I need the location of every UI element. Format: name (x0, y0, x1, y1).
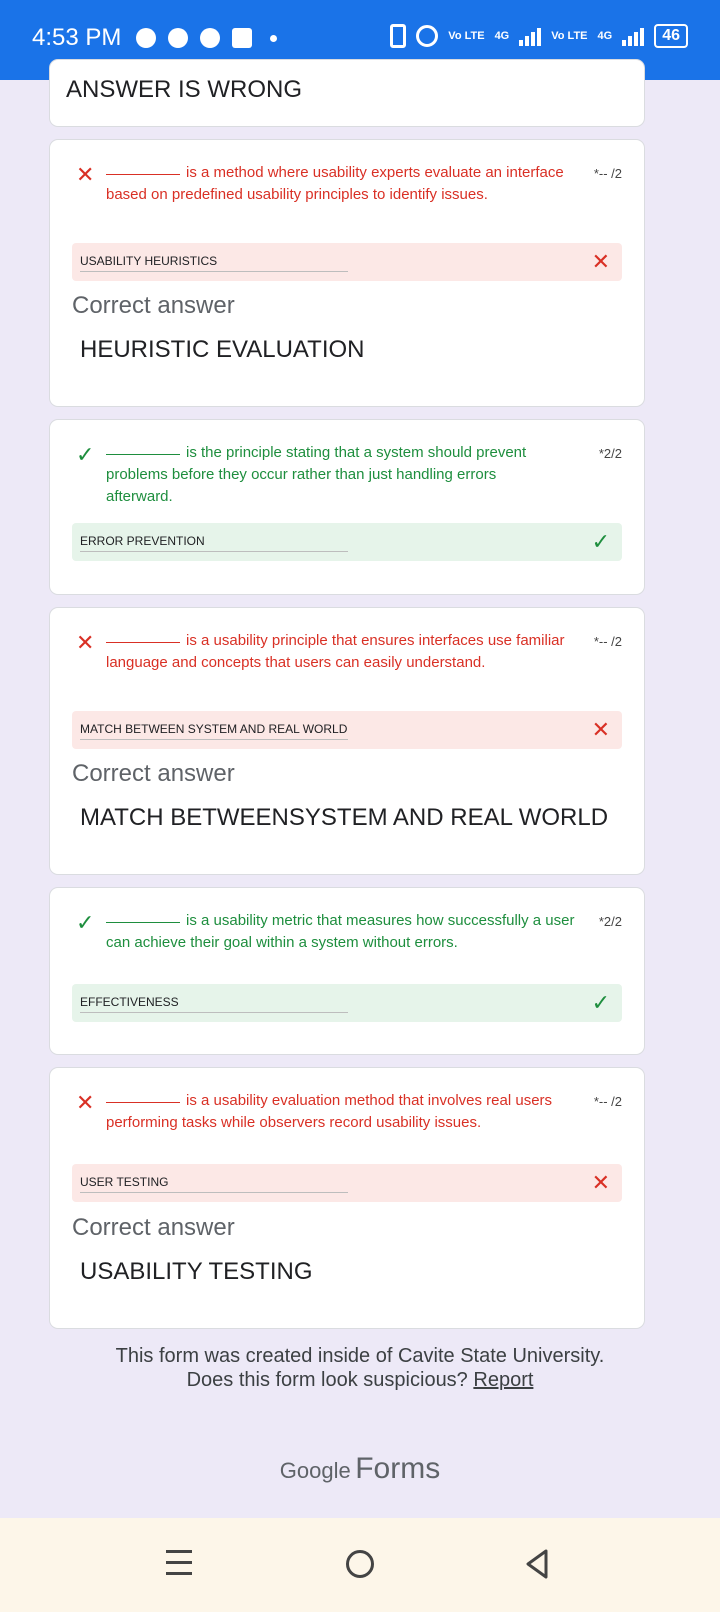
home-button[interactable] (346, 1550, 374, 1578)
response-text: EFFECTIVENESS (80, 995, 179, 1009)
question-text: is a method where usability experts eval… (106, 164, 564, 203)
question-card: ✓ is the principle stating that a system… (50, 420, 644, 594)
question-text: is a usability principle that ensures in… (106, 632, 565, 671)
forms-wordmark: Forms (355, 1452, 441, 1485)
check-mark-icon: ✓ (591, 990, 610, 1015)
correct-answer-label: Correct answer (72, 1214, 235, 1241)
wrong-mark-icon: ✕ (591, 717, 610, 742)
response-underline (80, 1192, 348, 1193)
question-score: *2/2 (598, 446, 622, 461)
correct-answer-value: MATCH BETWEENSYSTEM AND REAL WORLD (80, 804, 609, 831)
response-box: ERROR PREVENTION ✓ (72, 523, 622, 561)
question-text: is a usability evaluation method that in… (106, 1092, 553, 1131)
network-gen-2: 4G (597, 29, 613, 42)
wrong-mark-icon: ✕ (591, 249, 610, 274)
notification-icons (136, 28, 277, 48)
network-label-2: Vo LTE (551, 29, 588, 42)
back-button[interactable] (524, 1548, 550, 1580)
google-wordmark: Google (279, 1458, 351, 1483)
correct-answer-value: USABILITY TESTING (80, 1258, 313, 1285)
signal-icon-2 (622, 26, 645, 46)
response-box: USER TESTING ✕ (72, 1164, 622, 1202)
response-text: MATCH BETWEEN SYSTEM AND REAL WORLD (80, 722, 348, 736)
question-card: ✕ is a usability principle that ensures … (50, 608, 644, 874)
response-text: USABILITY HEURISTICS (80, 254, 218, 268)
question-score: *-- /2 (593, 634, 622, 649)
response-underline (80, 551, 348, 552)
feedback-text: ANSWER IS WRONG (66, 76, 303, 103)
chrome-icon (168, 28, 188, 48)
messenger-icon (136, 28, 156, 48)
signal-icon (519, 26, 542, 46)
system-icons: Vo LTE 4G Vo LTE 4G 46 (390, 24, 688, 48)
alarm-icon (416, 25, 439, 47)
response-box: USABILITY HEURISTICS ✕ (72, 243, 622, 281)
wrong-icon: ✕ (76, 1090, 95, 1115)
alarm-notification-icon (200, 28, 220, 48)
response-text: ERROR PREVENTION (80, 534, 205, 548)
network-label-1: Vo LTE (448, 29, 485, 42)
check-icon: ✓ (76, 910, 95, 935)
question-score: *-- /2 (593, 166, 622, 181)
report-link[interactable]: Report (473, 1369, 533, 1391)
network-gen-1: 4G (494, 29, 510, 42)
blank-line (106, 922, 180, 923)
wrong-icon: ✕ (76, 162, 95, 187)
question-card: ✓ is a usability metric that measures ho… (50, 888, 644, 1054)
question-text: is the principle stating that a system s… (106, 444, 527, 505)
footer-note: This form was created inside of Cavite S… (115, 1345, 605, 1367)
google-forms-logo[interactable]: Google Forms (0, 1452, 720, 1486)
facebook-icon (232, 28, 252, 48)
response-box: MATCH BETWEEN SYSTEM AND REAL WORLD ✕ (72, 711, 622, 749)
response-text: USER TESTING (80, 1175, 169, 1189)
question-score: *2/2 (598, 914, 622, 929)
correct-answer-value: HEURISTIC EVALUATION (80, 336, 365, 363)
question-text: is a usability metric that measures how … (106, 912, 575, 951)
response-underline (80, 271, 348, 272)
blank-line (106, 1102, 180, 1103)
recent-apps-button[interactable] (166, 1550, 192, 1583)
check-mark-icon: ✓ (591, 529, 610, 554)
blank-line (106, 174, 180, 175)
wrong-mark-icon: ✕ (591, 1170, 610, 1195)
correct-answer-label: Correct answer (72, 292, 235, 319)
response-box: EFFECTIVENESS ✓ (72, 984, 622, 1022)
check-icon: ✓ (76, 442, 95, 467)
question-card: ✕ is a usability evaluation method that … (50, 1068, 644, 1328)
blank-line (106, 454, 180, 455)
correct-answer-label: Correct answer (72, 760, 235, 787)
wrong-icon: ✕ (76, 630, 95, 655)
blank-line (106, 642, 180, 643)
footer-suspicious: Does this form look suspicious? Report (0, 1368, 720, 1392)
feedback-card: ANSWER IS WRONG (50, 60, 644, 126)
response-underline (80, 1012, 348, 1013)
question-card: ✕ is a method where usability experts ev… (50, 140, 644, 406)
more-notifications-dot (270, 34, 277, 42)
response-underline (80, 739, 348, 740)
vibrate-icon (390, 24, 407, 48)
question-score: *-- /2 (593, 1094, 622, 1109)
battery-icon: 46 (654, 24, 688, 48)
suspicious-text: Does this form look suspicious? (186, 1369, 468, 1391)
clock: 4:53 PM (32, 24, 122, 51)
navigation-bar (0, 1518, 720, 1612)
